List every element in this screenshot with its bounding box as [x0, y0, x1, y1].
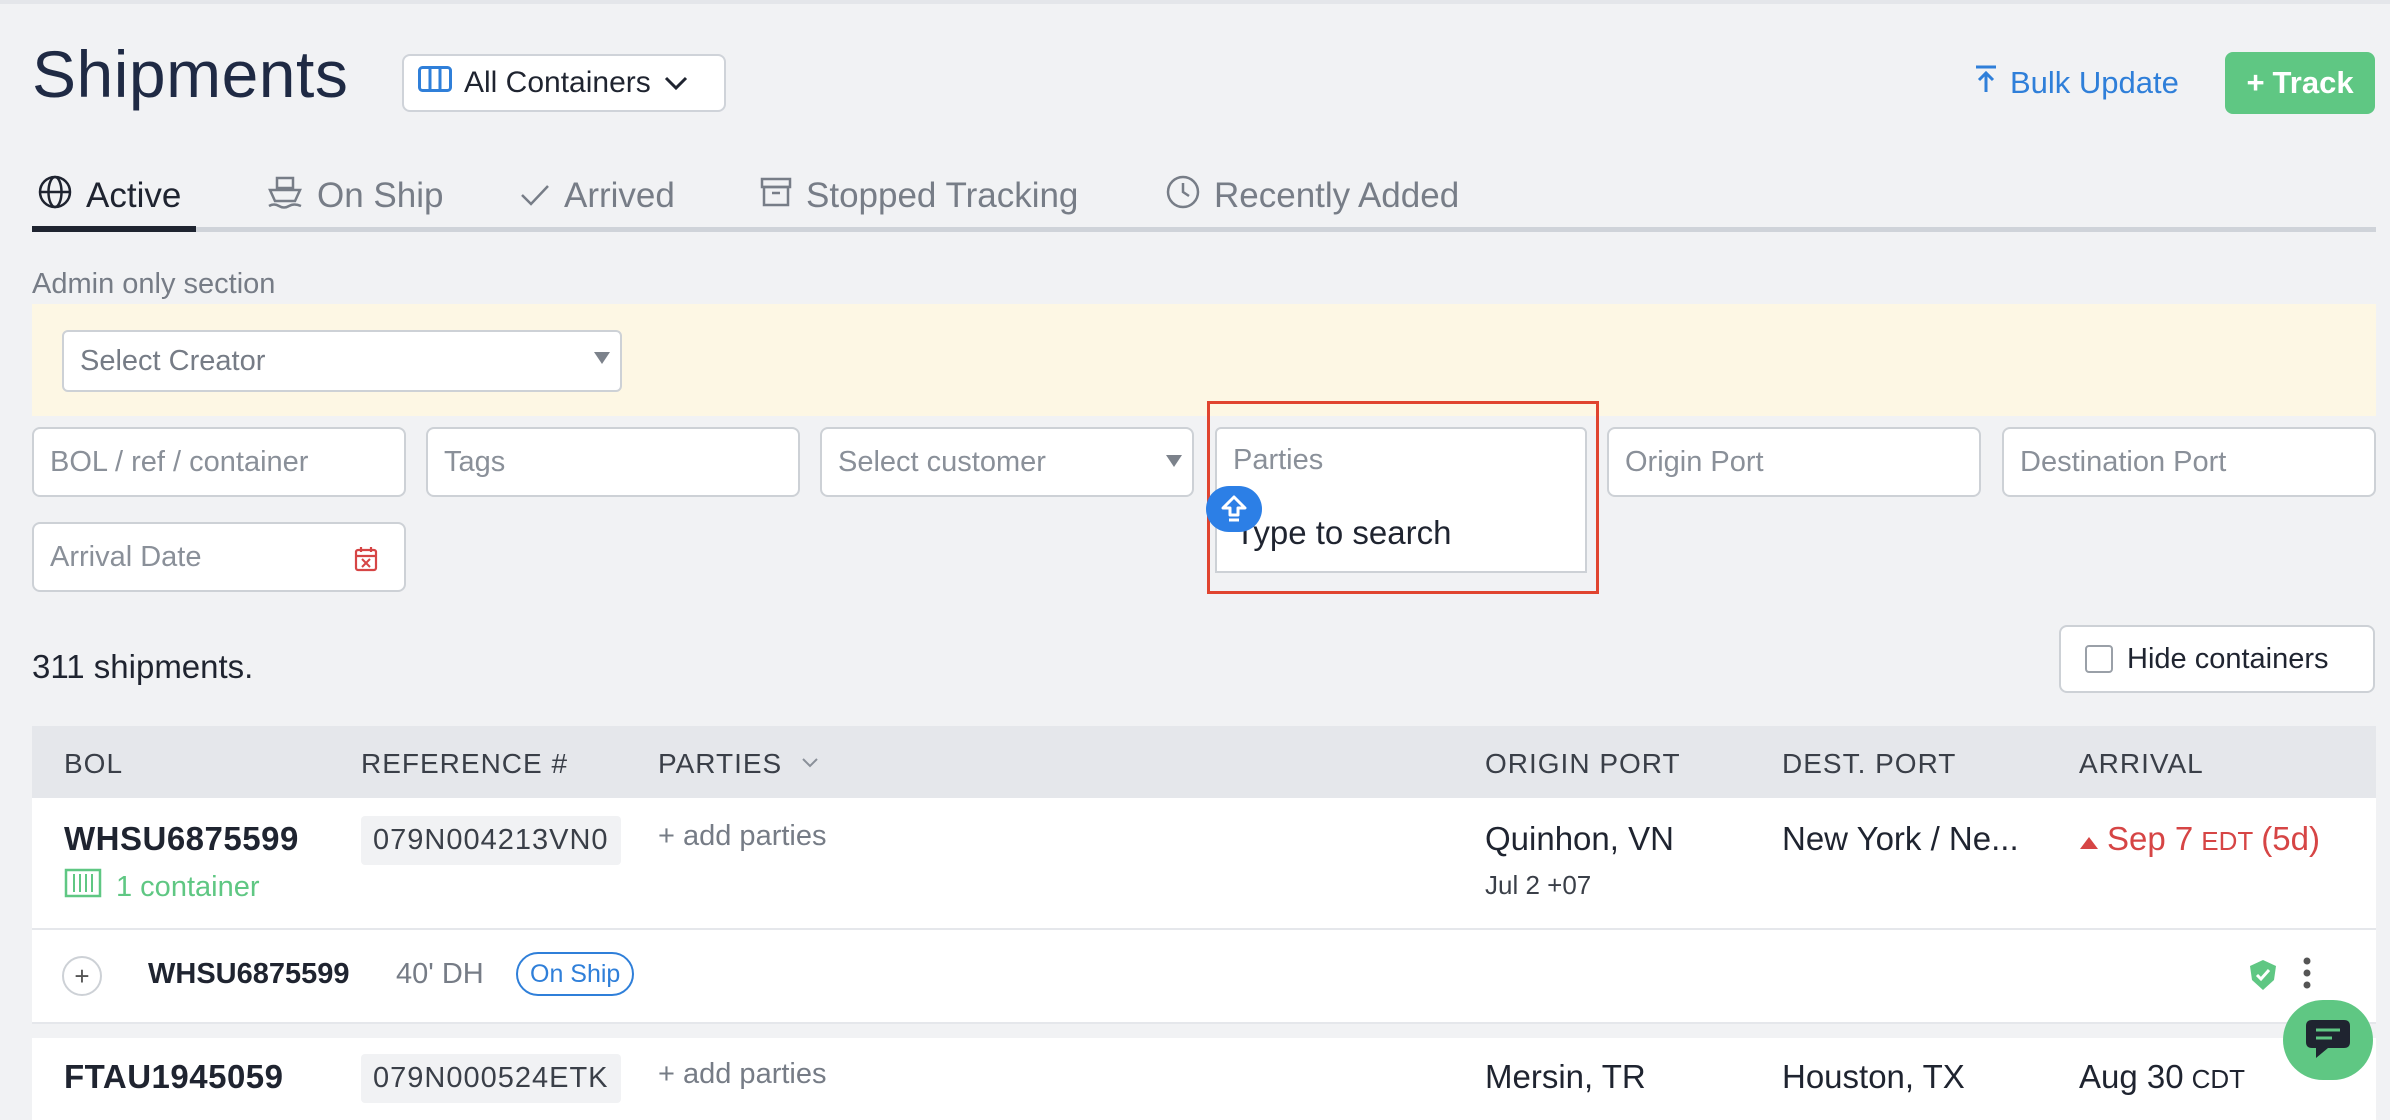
tab-recently-added[interactable]: Recently Added: [1166, 160, 1459, 232]
expand-button[interactable]: +: [62, 956, 102, 996]
chevron-down-icon: [663, 66, 689, 100]
track-button[interactable]: + Track: [2225, 52, 2375, 114]
destination-port: Houston, TX: [1782, 1058, 1965, 1095]
origin-date: Jul 2 +07: [1485, 870, 1592, 900]
container-icon: [64, 868, 102, 906]
tab-arrived[interactable]: Arrived: [520, 160, 675, 232]
table-row[interactable]: FTAU1945059 079N000524ETK + add parties …: [32, 1038, 2376, 1120]
tab-label: Stopped Tracking: [806, 176, 1079, 215]
tab-active[interactable]: Active: [38, 160, 181, 232]
tab-label: Arrived: [564, 176, 675, 215]
chevron-down-icon[interactable]: [800, 756, 820, 775]
page-title: Shipments: [32, 37, 349, 111]
arrival-date-input[interactable]: Arrival Date: [32, 522, 406, 592]
bol-search-placeholder: BOL / ref / container: [50, 445, 309, 478]
containers-link[interactable]: 1 container: [64, 868, 260, 906]
containers-count: 1 container: [116, 870, 260, 903]
select-creator-placeholder: Select Creator: [80, 344, 266, 377]
destination-port: New York / Ne...: [1782, 820, 2019, 857]
chat-support-button[interactable]: [2283, 1000, 2373, 1080]
view-select[interactable]: All Containers: [402, 54, 726, 112]
reference-chip: 079N004213VN0: [361, 816, 621, 865]
tabs-divider: [32, 227, 2376, 232]
hide-containers-checkbox[interactable]: [2085, 645, 2113, 673]
customer-select[interactable]: Select customer: [820, 427, 1194, 497]
select-creator-dropdown[interactable]: Select Creator: [62, 330, 622, 392]
table-row[interactable]: WHSU6875599 1 container 079N004213VN0 + …: [32, 798, 2376, 928]
hide-containers-label: Hide containers: [2127, 642, 2329, 675]
bol-number[interactable]: FTAU1945059: [64, 1058, 284, 1096]
origin-port: Quinhon, VN: [1485, 820, 1674, 857]
origin-port-placeholder: Origin Port: [1625, 445, 1764, 478]
arrival-date-value: Sep 7: [2107, 820, 2194, 857]
columns-icon: [418, 66, 452, 100]
container-number[interactable]: WHSU6875599: [148, 958, 350, 991]
focus-highlight: [1207, 401, 1599, 594]
arrival-date-value: Aug 30: [2079, 1058, 2184, 1095]
tab-label: Recently Added: [1214, 176, 1460, 215]
track-label: Track: [2272, 65, 2354, 100]
top-border: [0, 0, 2390, 4]
globe-icon: [38, 175, 72, 218]
admin-section-label: Admin only section: [32, 268, 276, 300]
column-header-origin-port[interactable]: ORIGIN PORT: [1485, 748, 1681, 780]
hide-containers-toggle[interactable]: Hide containers: [2059, 625, 2375, 693]
arrival-date-placeholder: Arrival Date: [50, 540, 202, 573]
origin-port: Mersin, TR: [1485, 1058, 1646, 1095]
container-size: 40' DH: [396, 958, 484, 990]
arrival-date: Sep 7 EDT (5d): [2079, 820, 2320, 858]
reference-chip: 079N000524ETK: [361, 1054, 621, 1103]
active-tab-indicator: [32, 226, 196, 232]
add-parties-link[interactable]: + add parties: [658, 820, 826, 853]
upload-icon: [1974, 64, 1998, 102]
column-header-bol[interactable]: BOL: [64, 748, 123, 780]
view-select-label: All Containers: [464, 66, 651, 99]
table-header: BOL REFERENCE # PARTIES ORIGIN PORT DEST…: [32, 726, 2376, 798]
container-row[interactable]: + WHSU6875599 40' DH On Ship: [32, 928, 2376, 1024]
verified-shield-icon: [2248, 958, 2278, 997]
column-header-arrival[interactable]: ARRIVAL: [2079, 748, 2204, 780]
archive-icon: [760, 176, 792, 216]
clock-icon: [1166, 175, 1200, 218]
bulk-update-label: Bulk Update: [2010, 65, 2179, 100]
bulk-update-button[interactable]: Bulk Update: [1974, 64, 2179, 102]
column-header-dest-port[interactable]: DEST. PORT: [1782, 748, 1956, 780]
customer-placeholder: Select customer: [838, 445, 1046, 478]
arrival-delay: (5d): [2261, 820, 2320, 857]
column-header-parties[interactable]: PARTIES: [658, 748, 782, 780]
destination-port-placeholder: Destination Port: [2020, 445, 2227, 478]
plus-icon: +: [2246, 65, 2265, 100]
tags-placeholder: Tags: [444, 445, 506, 478]
add-parties-link[interactable]: + add parties: [658, 1058, 826, 1091]
shipment-count: 311 shipments.: [32, 648, 254, 685]
tab-on-ship[interactable]: On Ship: [267, 160, 443, 232]
status-tabs: Active On Ship Arrived Stopped Tracking …: [32, 160, 2376, 232]
late-arrow-icon: [2079, 820, 2099, 858]
arrival-timezone: CDT: [2191, 1064, 2246, 1094]
tags-input[interactable]: Tags: [426, 427, 800, 497]
more-options-icon[interactable]: [2302, 956, 2312, 995]
status-badge: On Ship: [516, 952, 635, 996]
pointer-cursor-icon: [1206, 486, 1262, 532]
bol-search-input[interactable]: BOL / ref / container: [32, 427, 406, 497]
destination-port-input[interactable]: Destination Port: [2002, 427, 2376, 497]
caret-down-icon: [594, 352, 610, 364]
tab-label: Active: [86, 176, 182, 215]
calendar-clear-icon[interactable]: [354, 546, 378, 580]
column-header-reference[interactable]: REFERENCE #: [361, 748, 568, 780]
caret-down-icon: [1166, 455, 1182, 467]
tab-stopped-tracking[interactable]: Stopped Tracking: [760, 160, 1078, 232]
ship-icon: [267, 175, 303, 218]
bol-number[interactable]: WHSU6875599: [64, 820, 299, 858]
chat-icon: [2304, 1016, 2352, 1065]
arrival-date: Aug 30 CDT: [2079, 1058, 2245, 1096]
origin-port-input[interactable]: Origin Port: [1607, 427, 1981, 497]
arrival-timezone: EDT: [2201, 826, 2254, 856]
check-icon: [520, 176, 550, 216]
tab-label: On Ship: [317, 176, 444, 215]
